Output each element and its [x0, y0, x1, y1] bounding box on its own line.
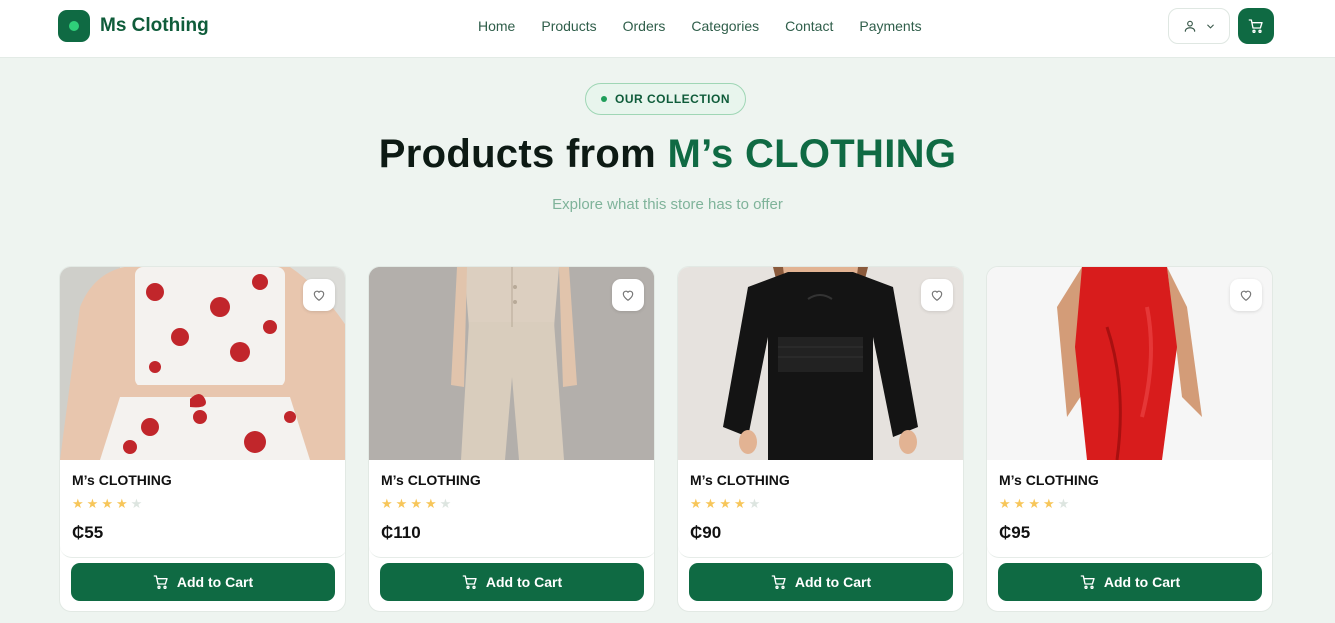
product-name: M’s CLOTHING	[690, 472, 790, 488]
product-name: M’s CLOTHING	[381, 472, 481, 488]
star-empty-icon: ★	[748, 496, 761, 511]
account-menu-button[interactable]	[1168, 8, 1230, 44]
heart-icon	[622, 290, 634, 301]
star-icon: ★	[101, 496, 113, 511]
heart-icon	[931, 290, 943, 301]
brand-name: Ms Clothing	[100, 15, 209, 36]
star-icon: ★	[719, 496, 731, 511]
star-empty-icon: ★	[439, 496, 452, 511]
rating-stars: ★ ★ ★ ★ ★	[381, 497, 451, 511]
title-accent: M’s CLOTHING	[667, 132, 957, 176]
star-icon: ★	[115, 496, 128, 511]
add-to-cart-label: Add to Cart	[485, 574, 563, 590]
star-icon: ★	[1013, 496, 1026, 511]
product-price: ₵55	[72, 523, 104, 542]
product-info: M’s CLOTHING ★ ★ ★ ★ ★ ₵95	[987, 460, 1272, 558]
rating-stars: ★ ★ ★ ★ ★	[72, 497, 142, 511]
star-icon: ★	[704, 496, 717, 511]
add-to-cart-label: Add to Cart	[794, 574, 872, 590]
badge-dot-icon	[601, 96, 607, 102]
nav-home[interactable]: Home	[478, 16, 515, 36]
star-icon: ★	[410, 496, 422, 511]
product-card[interactable]: M’s CLOTHING ★ ★ ★ ★ ★ ₵55 Add to Cart	[59, 266, 346, 612]
product-card[interactable]: M’s CLOTHING ★ ★ ★ ★ ★ ₵95 Add to Cart	[986, 266, 1273, 612]
star-icon: ★	[1028, 496, 1040, 511]
nav-contact[interactable]: Contact	[785, 16, 833, 36]
star-icon: ★	[733, 496, 746, 511]
shopping-cart-icon	[771, 575, 786, 589]
add-to-cart-button[interactable]: Add to Cart	[689, 563, 953, 601]
product-price: ₵90	[690, 523, 722, 542]
product-price: ₵110	[381, 523, 421, 542]
product-info: M’s CLOTHING ★ ★ ★ ★ ★ ₵55	[60, 460, 345, 558]
add-to-cart-label: Add to Cart	[176, 574, 254, 590]
badge-label: OUR COLLECTION	[615, 92, 730, 106]
logo-mark-icon	[58, 10, 90, 42]
page-title: Products from M’s CLOTHING	[0, 132, 1335, 177]
product-name: M’s CLOTHING	[72, 472, 172, 488]
star-icon: ★	[690, 496, 702, 511]
shopping-cart-icon	[153, 575, 168, 589]
star-icon: ★	[424, 496, 437, 511]
shopping-cart-icon	[462, 575, 477, 589]
brand-logo[interactable]: Ms Clothing	[58, 10, 209, 42]
wishlist-button[interactable]	[303, 279, 335, 311]
shopping-cart-icon	[1248, 19, 1263, 33]
page-subtitle: Explore what this store has to offer	[552, 196, 783, 213]
product-name: M’s CLOTHING	[999, 472, 1099, 488]
star-icon: ★	[999, 496, 1011, 511]
rating-stars: ★ ★ ★ ★ ★	[690, 497, 760, 511]
heart-icon	[313, 290, 325, 301]
nav-orders[interactable]: Orders	[623, 16, 666, 36]
star-icon: ★	[1042, 496, 1055, 511]
product-price: ₵95	[999, 523, 1031, 542]
star-empty-icon: ★	[130, 496, 143, 511]
nav-payments[interactable]: Payments	[859, 16, 921, 36]
wishlist-button[interactable]	[921, 279, 953, 311]
star-icon: ★	[72, 496, 84, 511]
chevron-down-icon	[1206, 24, 1214, 29]
star-icon: ★	[395, 496, 408, 511]
add-to-cart-label: Add to Cart	[1103, 574, 1181, 590]
heart-icon	[1240, 290, 1252, 301]
product-card[interactable]: M’s CLOTHING ★ ★ ★ ★ ★ ₵90 Add to Cart	[677, 266, 964, 612]
wishlist-button[interactable]	[1230, 279, 1262, 311]
product-info: M’s CLOTHING ★ ★ ★ ★ ★ ₵90	[678, 460, 963, 558]
wishlist-button[interactable]	[612, 279, 644, 311]
nav-products[interactable]: Products	[541, 16, 596, 36]
add-to-cart-button[interactable]: Add to Cart	[998, 563, 1262, 601]
user-icon	[1184, 20, 1195, 32]
title-prefix: Products from	[378, 132, 668, 176]
collection-badge: OUR COLLECTION	[585, 83, 746, 115]
rating-stars: ★ ★ ★ ★ ★	[999, 497, 1069, 511]
main-nav: Home Products Orders Categories Contact …	[478, 16, 948, 36]
add-to-cart-button[interactable]: Add to Cart	[380, 563, 644, 601]
shopping-cart-icon	[1080, 575, 1095, 589]
star-icon: ★	[381, 496, 393, 511]
add-to-cart-button[interactable]: Add to Cart	[71, 563, 335, 601]
star-empty-icon: ★	[1057, 496, 1070, 511]
top-navbar: Ms Clothing Home Products Orders Categor…	[0, 0, 1335, 58]
product-info: M’s CLOTHING ★ ★ ★ ★ ★ ₵110	[369, 460, 654, 558]
star-icon: ★	[86, 496, 99, 511]
cart-button[interactable]	[1238, 8, 1274, 44]
nav-categories[interactable]: Categories	[691, 16, 759, 36]
product-card[interactable]: M’s CLOTHING ★ ★ ★ ★ ★ ₵110 Add to Cart	[368, 266, 655, 612]
